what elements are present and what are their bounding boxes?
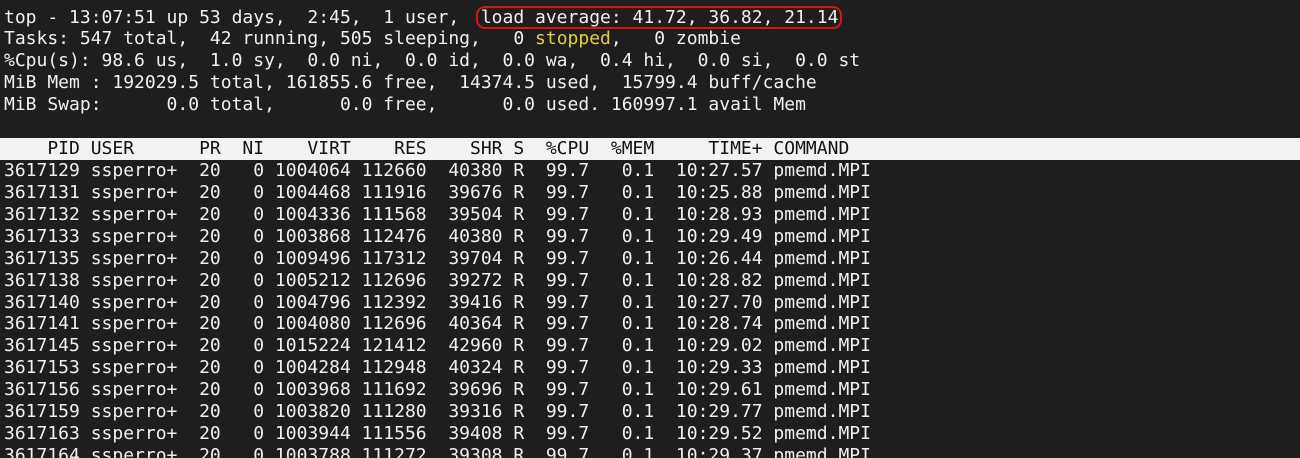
table-row: 3617133 ssperro+ 20 0 1003868 112476 403… xyxy=(4,225,871,247)
tasks-line: Tasks: 547 total, 42 running, 505 sleepi… xyxy=(0,28,1300,50)
table-row: 3617140 ssperro+ 20 0 1004796 112392 394… xyxy=(4,291,871,313)
table-row: 3617138 ssperro+ 20 0 1005212 112696 392… xyxy=(4,269,871,291)
table-row: 3617159 ssperro+ 20 0 1003820 111280 393… xyxy=(4,401,871,423)
table-row: 3617141 ssperro+ 20 0 1004080 112696 403… xyxy=(4,313,871,335)
terminal-window[interactable]: top - 13:07:51 up 53 days, 2:45, 1 user,… xyxy=(0,0,1300,458)
load-average-text: load average: 41.72, 36.82, 21.14 xyxy=(480,7,839,28)
table-row: 3617132 ssperro+ 20 0 1004336 111568 395… xyxy=(4,204,871,226)
table-row: 3617129 ssperro+ 20 0 1004064 112660 403… xyxy=(4,160,871,182)
table-row: 3617145 ssperro+ 20 0 1015224 121412 429… xyxy=(4,335,871,357)
table-row: 3617156 ssperro+ 20 0 1003968 111692 396… xyxy=(4,379,871,401)
tasks-text: Tasks: 547 total, 42 running, 505 sleepi… xyxy=(4,27,536,49)
cpu-line: %Cpu(s): 98.6 us, 1.0 sy, 0.0 ni, 0.0 id… xyxy=(4,49,861,71)
memory-line: MiB Mem : 192029.5 total, 161855.6 free,… xyxy=(4,71,817,93)
uptime-line: top - 13:07:51 up 53 days, 2:45, 1 user,… xyxy=(0,6,1300,29)
table-row: 3617135 ssperro+ 20 0 1009496 117312 397… xyxy=(4,247,871,269)
table-row: 3617153 ssperro+ 20 0 1004284 112948 403… xyxy=(4,357,871,379)
table-row: 3617163 ssperro+ 20 0 1003944 111556 394… xyxy=(4,422,871,444)
load-average-highlight: load average: 41.72, 36.82, 21.14 xyxy=(475,6,843,29)
swap-line: MiB Swap: 0.0 total, 0.0 free, 0.0 used.… xyxy=(4,93,806,115)
process-table-body: 3617129 ssperro+ 20 0 1004064 112660 403… xyxy=(0,160,1300,458)
table-row: 3617131 ssperro+ 20 0 1004468 111916 396… xyxy=(4,182,871,204)
uptime-text: top - 13:07:51 up 53 days, 2:45, 1 user, xyxy=(4,7,481,28)
tasks-zombie-text: , 0 zombie xyxy=(610,27,741,49)
tasks-stopped-label: stopped xyxy=(535,27,611,49)
process-table-header: PID USER PR NI VIRT RES SHR S %CPU %MEM … xyxy=(0,138,1300,161)
table-row: 3617164 ssperro+ 20 0 1003788 111272 393… xyxy=(4,444,871,458)
